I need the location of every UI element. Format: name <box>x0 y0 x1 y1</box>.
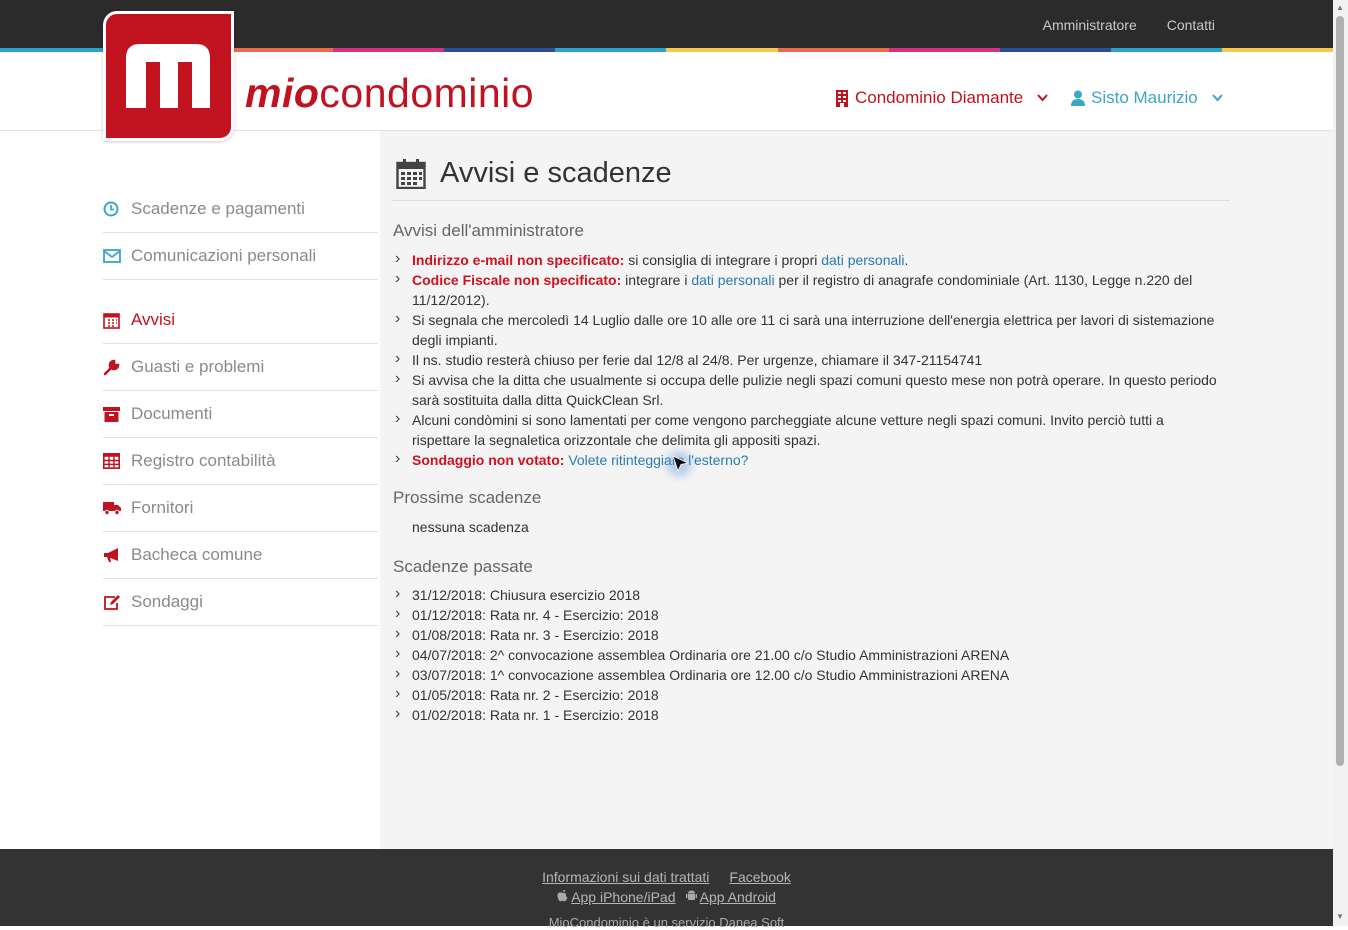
list-item: 01/08/2018: Rata nr. 3 - Esercizio: 2018 <box>393 624 1223 645</box>
prossime-empty: nessuna scadenza <box>412 519 529 535</box>
page-title-text: Avvisi e scadenze <box>440 157 672 189</box>
logo-text-bold: mio <box>245 70 320 116</box>
email-warning-end: . <box>904 252 909 268</box>
sidebar-item-label: Fornitori <box>131 498 194 517</box>
footer-apps: App iPhone/iPad App Android <box>0 889 1333 905</box>
amministratore-link[interactable]: Amministratore <box>1043 17 1137 33</box>
app-android-link[interactable]: App Android <box>685 889 776 905</box>
wrench-icon <box>103 359 131 376</box>
facebook-link[interactable]: Facebook <box>729 869 790 885</box>
list-item: Sondaggio non votato: Volete ritinteggia… <box>393 449 1223 470</box>
sidebar-item-guasti[interactable]: Guasti e problemi <box>103 344 378 391</box>
sidebar-item-label: Sondaggi <box>131 592 203 611</box>
sidebar-item-label: Bacheca comune <box>131 545 263 564</box>
logo-text[interactable]: miocondominio <box>245 70 534 117</box>
sidebar-item-documenti[interactable]: Documenti <box>103 391 378 438</box>
list-item: Indirizzo e-mail non specificato: si con… <box>393 249 1223 270</box>
list-item: 03/07/2018: 1^ convocazione assemblea Or… <box>393 664 1223 685</box>
logo-mark[interactable] <box>103 11 234 141</box>
sidebar-item-label: Avvisi <box>131 310 176 329</box>
sidebar-item-label: Scadenze e pagamenti <box>131 199 305 218</box>
envelope-icon <box>103 249 131 263</box>
top-links: Amministratore Contatti <box>1043 17 1215 33</box>
logo-m-icon <box>126 44 210 108</box>
megaphone-icon <box>103 547 131 563</box>
scrollbar-thumb[interactable] <box>1336 16 1344 766</box>
list-item: 01/05/2018: Rata nr. 2 - Esercizio: 2018 <box>393 684 1223 705</box>
apple-icon <box>557 889 568 902</box>
info-dati-link[interactable]: Informazioni sui dati trattati <box>542 869 709 885</box>
building-icon <box>836 89 848 107</box>
user-icon <box>1071 90 1085 106</box>
title-divider <box>392 200 1230 201</box>
sidebar-item-fornitori[interactable]: Fornitori <box>103 485 378 532</box>
mouse-cursor <box>666 451 694 477</box>
scroll-up-icon[interactable]: ▲ <box>1336 3 1344 12</box>
sidebar-item-label: Comunicazioni personali <box>131 246 317 265</box>
app-iphone-text: App iPhone/iPad <box>571 889 676 905</box>
cf-warning: Codice Fiscale non specificato: <box>412 272 622 288</box>
chevron-down-icon <box>1212 94 1223 102</box>
user-dropdown[interactable]: Sisto Maurizio <box>1071 88 1223 108</box>
table-icon <box>103 453 131 469</box>
sidebar-item-label: Guasti e problemi <box>131 357 265 376</box>
email-warning-text: si consiglia di integrare i propri <box>624 252 822 268</box>
poll-link[interactable]: Volete ritinteggiare l'esterno? <box>568 452 748 468</box>
android-icon <box>685 890 697 900</box>
avvisi-list: Indirizzo e-mail non specificato: si con… <box>393 249 1223 470</box>
sidebar-item-label: Documenti <box>131 404 213 423</box>
scroll-down-icon[interactable]: ▼ <box>1336 912 1344 921</box>
page-title: Avvisi e scadenze <box>396 157 672 190</box>
calendar-icon <box>103 312 131 329</box>
email-warning: Indirizzo e-mail non specificato: <box>412 252 625 268</box>
app-android-text: App Android <box>699 889 776 905</box>
list-item: Codice Fiscale non specificato: integrar… <box>393 269 1223 310</box>
sidebar-item-sondaggi[interactable]: Sondaggi <box>103 579 378 626</box>
scrollbar[interactable]: ▲ ▼ <box>1333 0 1348 926</box>
list-item: 01/02/2018: Rata nr. 1 - Esercizio: 2018 <box>393 704 1223 725</box>
avvisi-section-title: Avvisi dell'amministratore <box>393 221 584 240</box>
edit-icon <box>103 594 131 611</box>
cf-warning-text: integrare i <box>621 272 692 288</box>
calendar-icon <box>396 158 426 189</box>
sidebar-item-label: Registro contabilità <box>131 451 276 470</box>
app-iphone-link[interactable]: App iPhone/iPad <box>557 889 676 905</box>
dati-personali-link[interactable]: dati personali <box>691 272 774 288</box>
list-item: Alcuni condòmini si sono lamentati per c… <box>393 409 1223 450</box>
archive-icon <box>103 406 131 422</box>
list-item: Il ns. studio resterà chiuso per ferie d… <box>393 349 1223 370</box>
dati-personali-link[interactable]: dati personali <box>821 252 904 268</box>
sidebar-nav-main: Avvisi Guasti e problemi Documenti Regis… <box>103 297 378 626</box>
cursor-arrow-icon <box>672 455 690 473</box>
list-item: 01/12/2018: Rata nr. 4 - Esercizio: 2018 <box>393 604 1223 625</box>
list-item: 04/07/2018: 2^ convocazione assemblea Or… <box>393 644 1223 665</box>
sidebar-item-comunicazioni[interactable]: Comunicazioni personali <box>103 233 378 280</box>
sidebar-item-avvisi[interactable]: Avvisi <box>103 297 378 344</box>
clock-icon <box>103 201 131 217</box>
list-item: 31/12/2018: Chiusura esercizio 2018 <box>393 584 1223 605</box>
footer-links: Informazioni sui dati trattati Facebook <box>0 869 1333 885</box>
passate-section-title: Scadenze passate <box>393 557 533 576</box>
prossime-section-title: Prossime scadenze <box>393 488 542 507</box>
truck-icon <box>103 501 131 515</box>
condominio-dropdown[interactable]: Condominio Diamante <box>835 88 1048 108</box>
footer: Informazioni sui dati trattati Facebook … <box>0 849 1333 930</box>
list-item: Si segnala che mercoledì 14 Luglio dalle… <box>393 309 1223 350</box>
sidebar-item-bacheca[interactable]: Bacheca comune <box>103 532 378 579</box>
sidebar-nav-top: Scadenze e pagamenti Comunicazioni perso… <box>103 186 378 280</box>
list-item: Si avvisa che la ditta che usualmente si… <box>393 369 1223 410</box>
condominio-name: Condominio Diamante <box>855 88 1024 107</box>
user-name: Sisto Maurizio <box>1091 88 1198 107</box>
sidebar-item-registro[interactable]: Registro contabilità <box>103 438 378 485</box>
poll-warning: Sondaggio non votato: <box>412 452 565 468</box>
contatti-link[interactable]: Contatti <box>1167 17 1215 33</box>
sidebar-item-scadenze[interactable]: Scadenze e pagamenti <box>103 186 378 233</box>
passate-list: 31/12/2018: Chiusura esercizio 2018 01/1… <box>393 584 1223 725</box>
footer-service: MioCondominio è un servizio Danea Soft <box>548 915 785 930</box>
logo-text-light: condominio <box>319 70 535 116</box>
chevron-down-icon <box>1037 94 1048 102</box>
